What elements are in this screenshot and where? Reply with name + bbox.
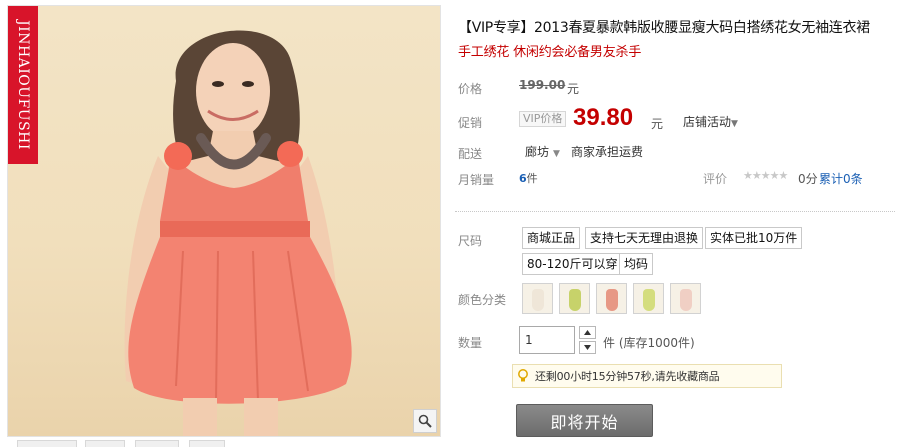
size-option[interactable]: 80-120斤可以穿 [522, 253, 623, 275]
thumbnail[interactable] [17, 440, 77, 447]
store-promo-label: 店铺活动 [683, 115, 732, 129]
countdown-text: 还剩00小时15分钟57秒,请先收藏商品 [535, 370, 720, 383]
store-promo-dropdown[interactable]: 店铺活动▼ [683, 113, 738, 130]
swatch-figure [606, 289, 618, 311]
product-title: 【VIP专享】2013春夏暴款韩版收腰显瘦大码白搭绣花女无袖连衣裙 [458, 20, 870, 36]
rating-stars-icon: ★★★★★ [743, 169, 788, 182]
product-image[interactable]: JINHAIOUFUSHI [7, 5, 441, 437]
vip-price-tag: VIP价格 [519, 111, 567, 127]
color-swatch[interactable] [670, 283, 701, 314]
arrow-up-icon [584, 330, 591, 335]
arrow-down-icon [584, 345, 591, 350]
original-price: 199.00 [519, 78, 566, 92]
swatch-figure [643, 289, 655, 311]
color-swatch[interactable] [633, 283, 664, 314]
quantity-input[interactable] [519, 326, 575, 354]
size-label: 尺码 [458, 234, 483, 248]
shipping-note: 商家承担运费 [571, 145, 644, 159]
color-swatch[interactable] [559, 283, 590, 314]
quantity-decrease-button[interactable] [579, 341, 596, 354]
monthly-sales-label: 月销量 [458, 173, 495, 187]
swatch-figure [680, 289, 692, 311]
zoom-button[interactable] [413, 409, 437, 433]
chevron-down-icon: ▼ [731, 119, 738, 129]
city-selector[interactable]: 廊坊 ▼ [525, 143, 560, 160]
lightbulb-icon [518, 369, 528, 382]
sales-number: 6 [519, 172, 527, 185]
size-option[interactable]: 支持七天无理由退换 [585, 227, 704, 249]
thumbnail[interactable] [85, 440, 125, 447]
sales-unit: 件 [526, 172, 538, 185]
rating-score: 0分 [798, 172, 818, 186]
size-option[interactable]: 商城正品 [522, 227, 581, 249]
color-label: 颜色分类 [458, 293, 507, 307]
buy-button[interactable]: 即将开始 [516, 404, 653, 437]
currency-unit: 元 [567, 82, 580, 96]
caret-down-icon: ▼ [553, 149, 560, 159]
model-photo [124, 30, 352, 436]
color-swatch[interactable] [596, 283, 627, 314]
review-count-link[interactable]: 累计0条 [819, 170, 863, 187]
thumbnail[interactable] [189, 440, 225, 447]
vip-currency-unit: 元 [651, 117, 664, 131]
divider [455, 211, 895, 212]
magnifier-icon [418, 414, 432, 428]
quantity-increase-button[interactable] [579, 326, 596, 339]
product-info-panel: 【VIP专享】2013春夏暴款韩版收腰显瘦大码白搭绣花女无袖连衣裙 手工绣花 休… [455, 0, 895, 447]
shipping-label: 配送 [458, 147, 483, 161]
promo-label: 促销 [458, 116, 483, 130]
thumbnail-strip [7, 439, 441, 447]
color-swatch[interactable] [522, 283, 553, 314]
vip-price: 39.80 [573, 104, 634, 131]
product-subtitle: 手工绣花 休闲约会必备男友杀手 [458, 45, 642, 60]
city-name: 廊坊 [525, 145, 550, 159]
swatch-figure [569, 289, 581, 311]
monthly-sales-count: 6件 [519, 170, 538, 186]
swatch-figure [532, 289, 544, 311]
thumbnail[interactable] [135, 440, 179, 447]
countdown-notice: 还剩00小时15分钟57秒,请先收藏商品 [512, 364, 782, 388]
size-option[interactable]: 均码 [619, 253, 654, 275]
brand-text: JINHAIOUFUSHI [15, 20, 31, 150]
price-label: 价格 [458, 82, 483, 96]
quantity-label: 数量 [458, 336, 483, 350]
rating-label: 评价 [703, 172, 728, 186]
brand-label: JINHAIOUFUSHI [8, 6, 38, 164]
stock-info: 件 (库存1000件) [603, 336, 695, 350]
size-option[interactable]: 实体已批10万件 [705, 227, 803, 249]
